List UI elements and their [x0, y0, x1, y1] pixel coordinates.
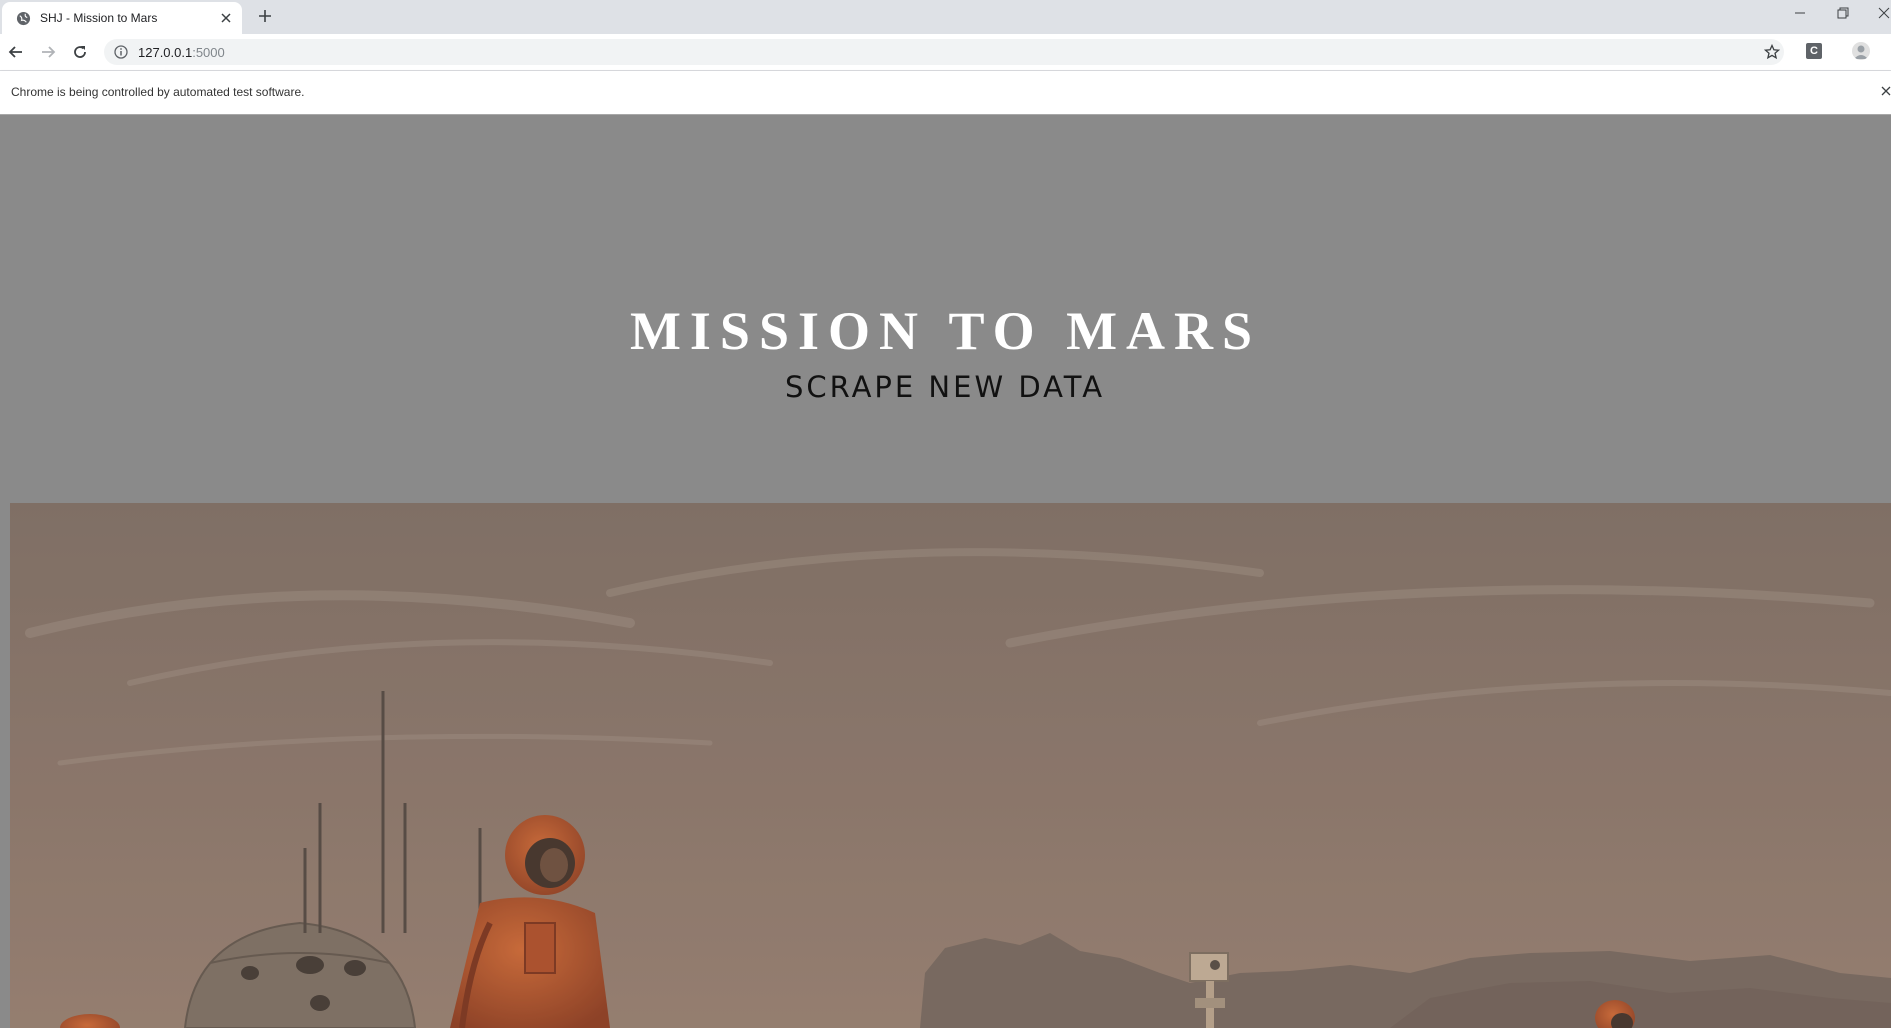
info-icon[interactable] — [114, 45, 128, 59]
close-tab-icon[interactable] — [220, 12, 232, 24]
extension-icon[interactable]: C — [1806, 43, 1822, 59]
reload-icon[interactable] — [71, 43, 89, 61]
forward-arrow-icon[interactable] — [39, 43, 57, 61]
tab-title: SHJ - Mission to Mars — [40, 11, 158, 25]
url-port: :5000 — [192, 45, 225, 60]
close-infobar-icon[interactable] — [1880, 85, 1891, 97]
profile-avatar-icon[interactable] — [1852, 42, 1870, 60]
page-viewport: MISSION TO MARS SCRAPE NEW DATA — [0, 115, 1891, 1028]
automation-message: Chrome is being controlled by automated … — [11, 85, 305, 99]
browser-toolbar: 127.0.0.1:5000 — [0, 34, 1891, 71]
back-arrow-icon[interactable] — [7, 43, 25, 61]
new-tab-icon[interactable] — [258, 9, 272, 23]
address-bar[interactable]: 127.0.0.1:5000 — [104, 39, 1784, 65]
url-text[interactable]: 127.0.0.1:5000 — [138, 45, 225, 60]
tab-strip: SHJ - Mission to Mars — [0, 0, 1891, 34]
mars-scene-illustration — [10, 503, 1891, 1028]
page-title: MISSION TO MARS — [629, 301, 1262, 361]
globe-icon — [16, 11, 31, 26]
url-host: 127.0.0.1 — [138, 45, 193, 60]
restore-icon[interactable] — [1836, 6, 1850, 20]
bookmark-star-icon[interactable] — [1764, 44, 1780, 60]
mars-landscape-image — [10, 503, 1891, 1028]
automation-infobar: Chrome is being controlled by automated … — [0, 71, 1891, 115]
tab-active[interactable]: SHJ - Mission to Mars — [2, 2, 242, 34]
close-window-icon[interactable] — [1877, 6, 1891, 20]
scrape-new-data-button[interactable]: SCRAPE NEW DATA — [770, 363, 1120, 409]
minimize-icon[interactable] — [1793, 6, 1807, 20]
person-icon — [1854, 45, 1868, 59]
